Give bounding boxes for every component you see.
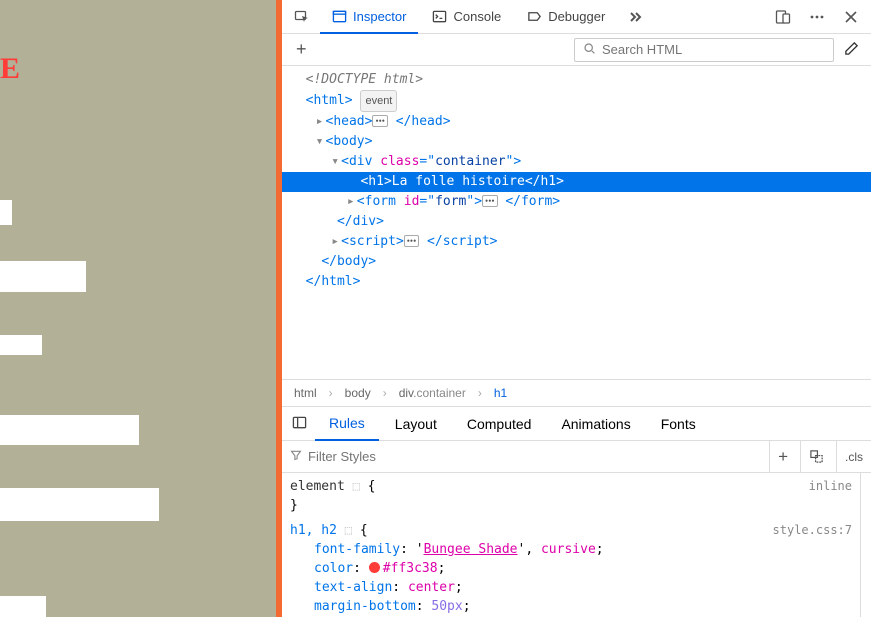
css-rules-container: Rules Layout Computed Animations Fonts +… — [282, 407, 871, 617]
inspect-icon: ⬚ — [345, 523, 352, 537]
page-input-fragment — [0, 415, 139, 445]
expand-icon[interactable]: ▸ — [329, 232, 341, 252]
search-icon — [583, 42, 596, 58]
rule-brace: } — [290, 496, 852, 515]
crumb-h1[interactable]: h1 — [494, 386, 507, 400]
tab-label: Inspector — [353, 9, 406, 24]
dom-node[interactable]: ▾<div class="container"> — [282, 152, 871, 172]
dom-node[interactable]: </html> — [282, 272, 871, 292]
inspect-icon: ⬚ — [353, 479, 360, 493]
page-input-fragment — [0, 261, 86, 292]
toggle-sidebar-button[interactable] — [286, 411, 313, 437]
collapse-icon[interactable]: ▾ — [313, 132, 325, 152]
add-node-button[interactable]: + — [288, 35, 315, 64]
rule-header[interactable]: element ⬚ { inline — [290, 477, 852, 496]
chevron-right-icon: › — [329, 386, 333, 400]
page-input-fragment — [0, 596, 46, 617]
dom-node[interactable]: <!DOCTYPE html> — [282, 70, 871, 90]
css-declaration[interactable]: margin-bottom: 50px; — [290, 597, 852, 616]
pick-element-button[interactable] — [286, 3, 318, 31]
page-heading-fragment: E — [0, 52, 20, 86]
edit-html-button[interactable] — [838, 37, 865, 63]
dom-node-selected[interactable]: <h1>La folle histoire</h1> — [282, 172, 871, 192]
crumb-body[interactable]: body — [345, 386, 371, 400]
rule-source[interactable]: inline — [809, 477, 852, 496]
devtools-menu-button[interactable] — [801, 3, 833, 31]
dom-tree[interactable]: <!DOCTYPE html> <html> event ▸<head>••• … — [282, 66, 871, 379]
collapse-icon[interactable]: ▾ — [329, 152, 341, 172]
filter-styles-field[interactable] — [282, 449, 765, 464]
css-tab-layout[interactable]: Layout — [381, 407, 451, 441]
more-tabs-button[interactable] — [619, 3, 651, 31]
css-declaration[interactable]: text-align: center; — [290, 578, 852, 597]
chevron-right-icon: › — [478, 386, 482, 400]
devtools-panel: Inspector Console Debugger + — [282, 0, 871, 617]
ellipsis-icon[interactable]: ••• — [372, 115, 387, 127]
dom-node[interactable]: ▸<head>••• </head> — [282, 112, 871, 132]
css-declaration[interactable]: font-family: 'Bungee Shade', cursive; — [290, 540, 852, 559]
filter-styles-row: + .cls — [282, 441, 871, 473]
tab-label: Console — [453, 9, 501, 24]
css-tab-fonts[interactable]: Fonts — [647, 407, 710, 441]
css-declaration[interactable]: color: #ff3c38; — [290, 559, 852, 578]
css-tab-rules[interactable]: Rules — [315, 407, 379, 441]
filter-icon — [290, 449, 302, 464]
page-background: E — [0, 0, 276, 617]
search-html-input[interactable] — [602, 42, 825, 57]
dom-node[interactable]: ▸<script>••• </script> — [282, 232, 871, 252]
dom-node[interactable]: ▾<body> — [282, 132, 871, 152]
crumb-html[interactable]: html — [294, 386, 317, 400]
expand-icon[interactable]: ▸ — [345, 192, 357, 212]
responsive-mode-button[interactable] — [767, 3, 799, 31]
ellipsis-icon[interactable]: ••• — [482, 195, 497, 207]
tab-inspector[interactable]: Inspector — [320, 0, 418, 34]
css-tabs-row: Rules Layout Computed Animations Fonts — [282, 407, 871, 441]
rules-panel[interactable]: element ⬚ { inline } h1, h2 ⬚ { style.cs… — [282, 473, 861, 617]
crumb-div[interactable]: div.container — [399, 386, 466, 400]
dom-node[interactable]: ▸<form id="form">••• </form> — [282, 192, 871, 212]
filter-styles-input[interactable] — [308, 449, 757, 464]
add-rule-button[interactable]: + — [769, 441, 796, 473]
dom-node[interactable]: </div> — [282, 212, 871, 232]
dom-node[interactable]: <html> event — [282, 90, 871, 112]
dom-node[interactable]: </body> — [282, 252, 871, 272]
color-swatch-icon[interactable] — [369, 562, 380, 573]
tab-label: Debugger — [548, 9, 605, 24]
page-input-fragment — [0, 335, 42, 355]
search-html-field[interactable] — [574, 38, 834, 62]
rule-header[interactable]: h1, h2 ⬚ { style.css:7 — [290, 521, 852, 540]
devtools-toolbar: Inspector Console Debugger — [282, 0, 871, 34]
chevron-right-icon: › — [383, 386, 387, 400]
breadcrumb: html › body › div.container › h1 — [282, 379, 871, 407]
css-tab-animations[interactable]: Animations — [547, 407, 644, 441]
close-devtools-button[interactable] — [835, 3, 867, 31]
event-badge[interactable]: event — [360, 90, 397, 112]
css-tab-computed[interactable]: Computed — [453, 407, 546, 441]
expand-icon[interactable]: ▸ — [313, 112, 325, 132]
rule-source[interactable]: style.css:7 — [773, 521, 852, 540]
tab-console[interactable]: Console — [420, 0, 513, 34]
page-input-fragment — [0, 200, 12, 225]
page-input-fragment — [0, 488, 159, 521]
ellipsis-icon[interactable]: ••• — [404, 235, 419, 247]
cls-toggle-button[interactable]: .cls — [836, 441, 871, 473]
inspector-sub-toolbar: + — [282, 34, 871, 66]
pseudo-classes-button[interactable] — [800, 441, 832, 473]
tab-debugger[interactable]: Debugger — [515, 0, 617, 34]
